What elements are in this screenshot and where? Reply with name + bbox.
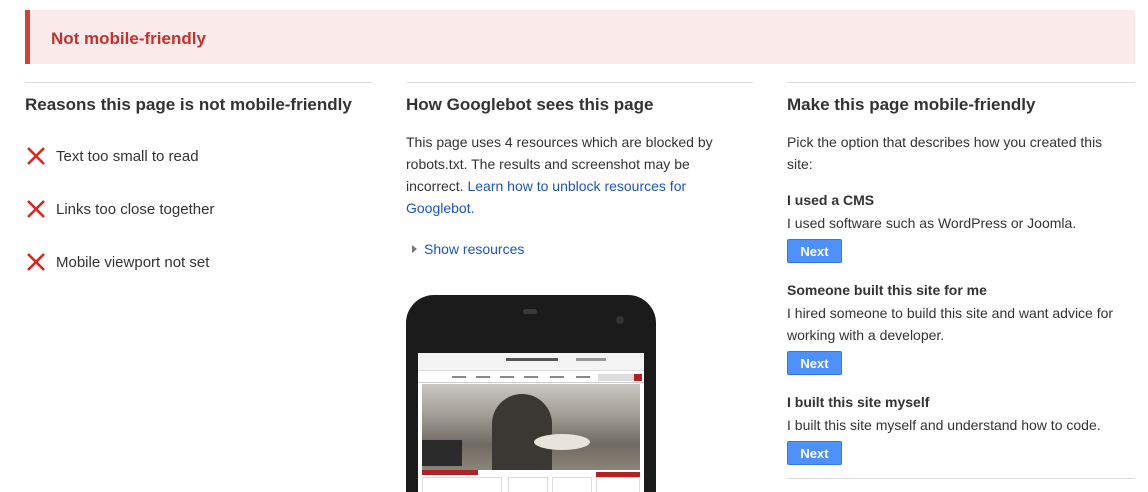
- googlebot-title: How Googlebot sees this page: [406, 95, 654, 114]
- option-self-title: I built this site myself: [787, 394, 930, 410]
- phone-camera: [616, 316, 624, 324]
- self-next-button[interactable]: Next: [787, 441, 842, 465]
- developer-next-button[interactable]: Next: [787, 351, 842, 375]
- expand-triangle-icon: [412, 245, 417, 253]
- preview-person: [492, 394, 552, 470]
- preview-header: [418, 353, 644, 371]
- divider: [25, 82, 372, 83]
- divider: [787, 82, 1135, 83]
- preview-hero-image: [422, 384, 640, 470]
- blocked-resources-text: This page uses 4 resources which are blo…: [406, 131, 736, 219]
- reason-item-text-size: Text too small to read: [25, 144, 199, 168]
- option-developer-title: Someone built this site for me: [787, 282, 987, 298]
- x-icon: [27, 200, 45, 218]
- reasons-title: Reasons this page is not mobile-friendly: [25, 95, 352, 114]
- fix-title: Make this page mobile-friendly: [787, 95, 1036, 114]
- preview-box: [422, 477, 502, 492]
- preview-plate: [534, 434, 590, 450]
- preview-box: [508, 477, 548, 492]
- preview-header-links: [576, 358, 606, 361]
- reason-label: Links too close together: [56, 200, 215, 218]
- preview-box: [552, 477, 592, 492]
- reason-label: Mobile viewport not set: [56, 253, 210, 271]
- preview-box: [596, 477, 640, 492]
- preview-search-button: [634, 374, 642, 381]
- option-self-description: I built this site myself and understand …: [787, 417, 1101, 433]
- option-cms-title: I used a CMS: [787, 192, 875, 208]
- divider: [787, 478, 1135, 479]
- show-resources-toggle[interactable]: Show resources: [412, 241, 524, 257]
- x-icon: [27, 147, 45, 165]
- banner-title: Not mobile-friendly: [51, 29, 206, 48]
- option-cms-description: I used software such as WordPress or Joo…: [787, 215, 1077, 231]
- phone-screenshot: [406, 295, 656, 492]
- option-developer-description: I hired someone to build this site and w…: [787, 305, 1114, 343]
- status-banner: Not mobile-friendly: [25, 10, 1135, 64]
- phone-speaker: [523, 309, 537, 314]
- x-icon: [27, 253, 45, 271]
- reason-item-viewport: Mobile viewport not set: [25, 250, 209, 274]
- reason-item-links: Links too close together: [25, 197, 214, 221]
- reason-label: Text too small to read: [56, 147, 199, 165]
- preview-search: [598, 374, 634, 381]
- preview-logo: [506, 358, 558, 361]
- fix-intro: Pick the option that describes how you c…: [787, 134, 1103, 172]
- cms-next-button[interactable]: Next: [787, 239, 842, 263]
- divider: [406, 82, 753, 83]
- rendered-page-preview: [418, 353, 644, 492]
- preview-sign: [422, 440, 462, 466]
- preview-red-bar: [422, 470, 478, 475]
- show-resources-label: Show resources: [424, 241, 525, 257]
